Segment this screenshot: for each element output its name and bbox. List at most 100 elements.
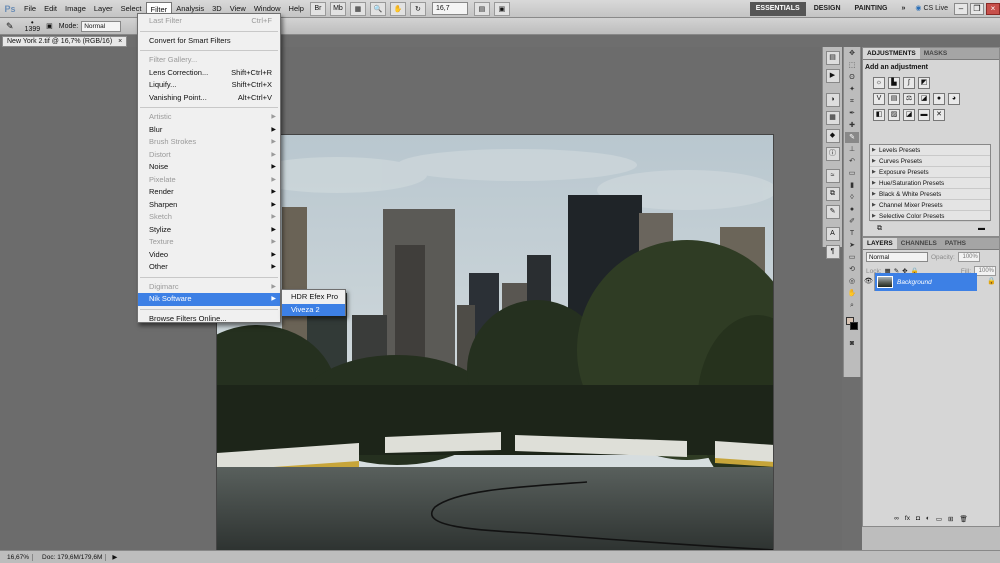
dodge-tool-icon[interactable]: ● <box>845 204 859 215</box>
black-white-icon[interactable]: ◪ <box>918 93 930 105</box>
zoom-select[interactable]: 16,7 <box>431 2 468 15</box>
menu-item-viveza-2[interactable]: Viveza 2 <box>282 303 345 316</box>
mini-bridge-icon[interactable]: Mb <box>329 1 346 16</box>
opacity-field[interactable]: 100% <box>957 252 980 262</box>
preset-item[interactable]: Levels Presets <box>870 145 990 156</box>
photo-filter-icon[interactable]: ● <box>933 93 945 105</box>
view-extras-icon[interactable]: ▦ <box>349 1 366 16</box>
minimize-button[interactable]: – <box>954 2 968 15</box>
invert-icon[interactable]: ◧ <box>873 109 885 121</box>
color-balance-icon[interactable]: ⚖ <box>903 93 915 105</box>
hand-tool-icon[interactable]: ✋ <box>845 288 859 299</box>
levels-icon[interactable]: ▙ <box>888 77 900 89</box>
delete-layer-icon[interactable]: 🗑 <box>959 515 967 527</box>
menu-item-liquify[interactable]: Liquify... Shift+Ctrl+X <box>138 79 280 92</box>
workspace-more[interactable]: » <box>895 2 911 16</box>
menu-image[interactable]: Image <box>61 2 90 16</box>
color-panel-icon[interactable]: ◑ <box>825 93 840 107</box>
tab-layers[interactable]: LAYERS <box>863 238 897 249</box>
brightness-contrast-icon[interactable]: ☼ <box>873 77 885 89</box>
pen-tool-icon[interactable]: ✐ <box>845 216 859 227</box>
swatches-panel-icon[interactable]: ▦ <box>825 111 840 125</box>
paragraph-panel-icon[interactable]: ¶ <box>825 245 840 259</box>
info-panel-icon[interactable]: ⓘ <box>825 147 840 161</box>
document-tab[interactable]: New York 2.tif @ 16,7% (RGB/16) × <box>2 36 128 47</box>
marquee-tool-icon[interactable]: ⬚ <box>845 60 859 71</box>
brush-tool-icon[interactable]: ✎ <box>845 132 859 143</box>
menu-edit[interactable]: Edit <box>40 2 61 16</box>
gradient-map-icon[interactable]: ▬ <box>918 109 930 121</box>
menu-item-convert-for-smart-filters[interactable]: Convert for Smart Filters <box>138 35 280 48</box>
menu-item-vanishing-point[interactable]: Vanishing Point... Alt+Ctrl+V <box>138 92 280 105</box>
menu-item-browse-filters-online[interactable]: Browse Filters Online... <box>138 313 280 326</box>
menu-item-video[interactable]: Video ▶ <box>138 249 280 262</box>
menu-item-lens-correction[interactable]: Lens Correction... Shift+Ctrl+R <box>138 67 280 80</box>
link-layers-icon[interactable]: ∞ <box>894 515 899 527</box>
preset-item[interactable]: Exposure Presets <box>870 167 990 178</box>
channel-mixer-icon[interactable]: ◕ <box>948 93 960 105</box>
brush-preset-picker[interactable]: • 1399 <box>22 19 44 34</box>
workspace-design[interactable]: DESIGN <box>808 2 847 16</box>
posterize-icon[interactable]: ▨ <box>888 109 900 121</box>
tab-channels[interactable]: CHANNELS <box>897 238 941 249</box>
layer-selected[interactable]: Background <box>875 273 977 291</box>
gradient-tool-icon[interactable]: ▮ <box>845 180 859 191</box>
menu-item-blur[interactable]: Blur ▶ <box>138 124 280 137</box>
preset-item[interactable]: Curves Presets <box>870 156 990 167</box>
new-layer-icon[interactable]: ⊞ <box>948 515 953 527</box>
layer-row-background[interactable]: 👁 Background 🔒 <box>863 273 996 291</box>
styles-panel-icon[interactable]: ◆ <box>825 129 840 143</box>
cs-live-button[interactable]: ◉ CS Live <box>911 2 952 16</box>
screen-mode-icon[interactable]: ▣ <box>493 1 510 16</box>
tab-paths[interactable]: PATHS <box>941 238 970 249</box>
vibrance-icon[interactable]: V <box>873 93 885 105</box>
hand-tool-icon[interactable]: ✋ <box>389 1 406 16</box>
new-adjustment-layer-icon[interactable]: ◐ <box>926 515 930 527</box>
tab-masks[interactable]: MASKS <box>920 48 951 59</box>
menu-item-hdr-efex-pro[interactable]: HDR Efex Pro <box>282 291 345 304</box>
workspace-essentials[interactable]: ESSENTIALS <box>749 1 806 16</box>
arrange-documents-icon[interactable]: ▤ <box>473 1 490 16</box>
restore-button[interactable]: ❐ <box>970 2 984 15</box>
eraser-tool-icon[interactable]: ▭ <box>845 168 859 179</box>
preset-item[interactable]: Channel Mixer Presets <box>870 200 990 211</box>
zoom-tool-icon[interactable]: ⌕ <box>845 300 859 311</box>
history-brush-tool-icon[interactable]: ↶ <box>845 156 859 167</box>
document-canvas[interactable] <box>216 134 774 557</box>
blur-tool-icon[interactable]: ◊ <box>845 192 859 203</box>
fill-field[interactable]: 100% <box>974 266 996 276</box>
brush-panel-icon[interactable]: ▣ <box>46 22 53 30</box>
menu-help[interactable]: Help <box>285 2 308 16</box>
menu-item-nik-software[interactable]: Nik Software ▶ <box>138 293 280 306</box>
menu-item-render[interactable]: Render ▶ <box>138 186 280 199</box>
actions-panel-icon[interactable]: ▶ <box>825 69 840 83</box>
menu-item-other[interactable]: Other ▶ <box>138 261 280 274</box>
3d-rotate-tool-icon[interactable]: ⟲ <box>845 264 859 275</box>
curves-icon[interactable]: ∫ <box>903 77 915 89</box>
menu-item-stylize[interactable]: Stylize ▶ <box>138 224 280 237</box>
tab-adjustments[interactable]: ADJUSTMENTS <box>863 48 920 59</box>
shape-tool-icon[interactable]: ▭ <box>845 252 859 263</box>
3d-orbit-tool-icon[interactable]: ◎ <box>845 276 859 287</box>
quick-mask-icon[interactable]: ◙ <box>845 338 859 349</box>
menu-layer[interactable]: Layer <box>90 2 117 16</box>
blend-mode-select[interactable]: Normal <box>866 252 928 262</box>
background-color[interactable] <box>850 322 858 330</box>
character-panel-icon[interactable]: A <box>825 227 840 241</box>
clone-stamp-tool-icon[interactable]: ⊥ <box>845 144 859 155</box>
brushes-panel-icon[interactable]: ≈ <box>825 169 840 183</box>
preset-item[interactable]: Selective Color Presets <box>870 211 990 222</box>
status-menu-arrow-icon[interactable]: ▶ <box>112 553 117 561</box>
adjustments-options-icon[interactable]: ▬ <box>978 225 985 237</box>
quick-select-tool-icon[interactable]: ✦ <box>845 84 859 95</box>
hue-saturation-icon[interactable]: ▤ <box>888 93 900 105</box>
menu-item-noise[interactable]: Noise ▶ <box>138 161 280 174</box>
visibility-eye-icon[interactable]: 👁 <box>863 273 875 291</box>
document-close-icon[interactable]: × <box>118 37 122 46</box>
close-button[interactable]: × <box>986 2 1000 15</box>
bridge-icon[interactable]: Br <box>309 1 326 16</box>
preset-item[interactable]: Hue/Saturation Presets <box>870 178 990 189</box>
color-swatches[interactable] <box>844 315 860 337</box>
workspace-painting[interactable]: PAINTING <box>849 2 894 16</box>
history-panel-icon[interactable]: ▤ <box>825 51 840 65</box>
